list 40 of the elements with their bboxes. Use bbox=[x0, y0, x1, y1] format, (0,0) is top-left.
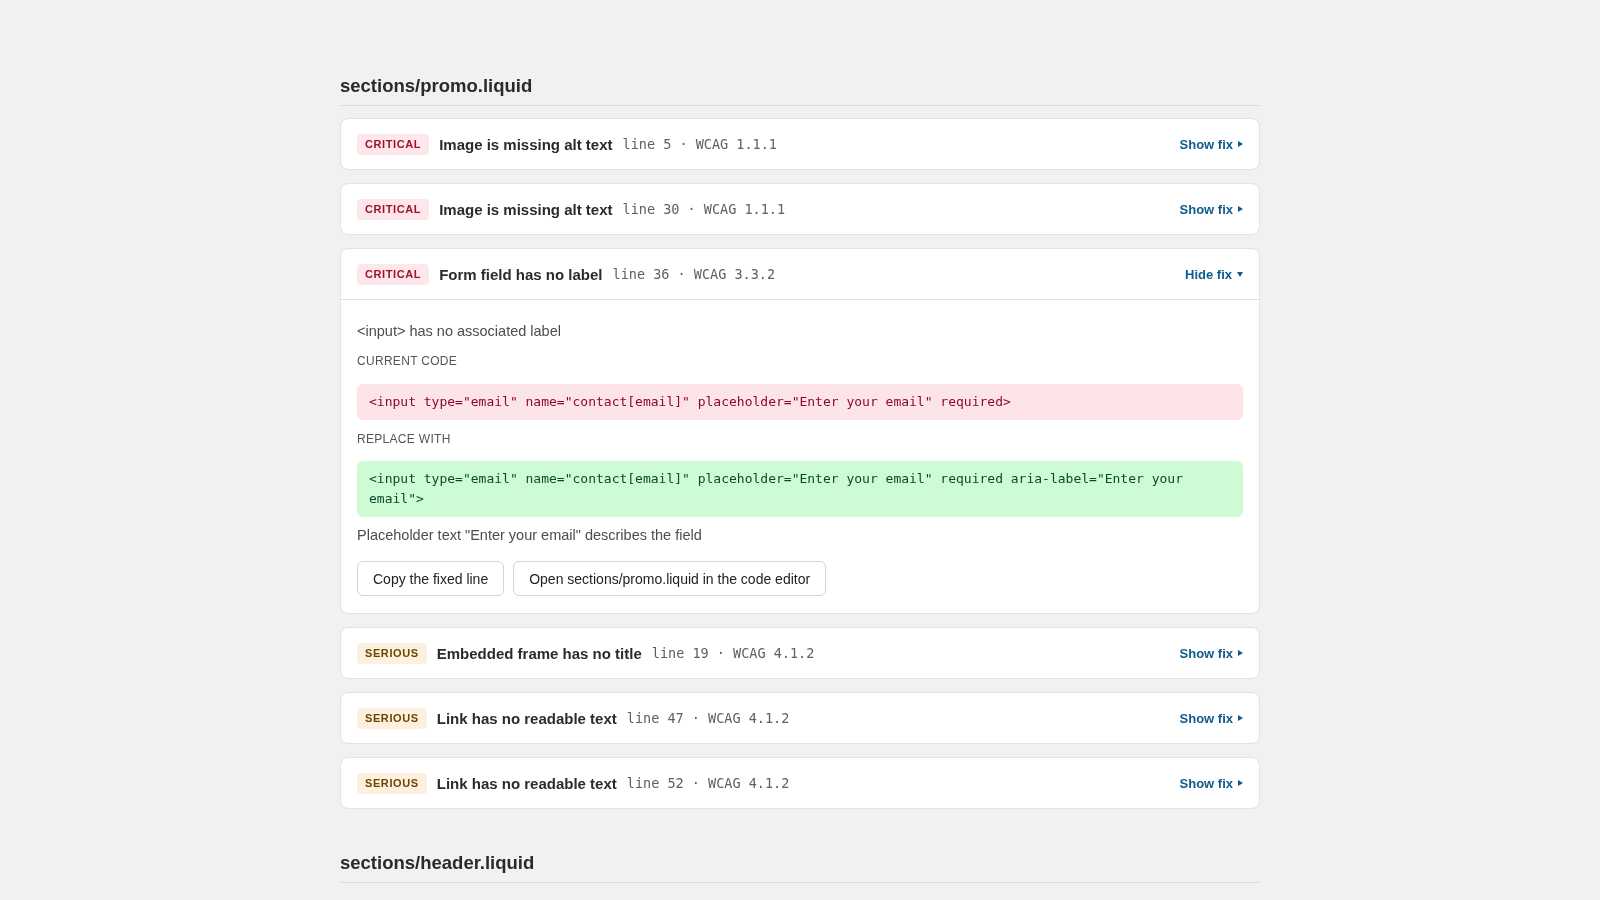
severity-badge: CRITICAL bbox=[357, 133, 430, 155]
code-label: CURRENT CODE bbox=[357, 353, 459, 369]
file-heading: sections/header.liquid bbox=[340, 851, 1260, 883]
caret-icon bbox=[1238, 715, 1243, 721]
code-label: REPLACE WITH bbox=[357, 431, 452, 447]
caret-icon bbox=[1238, 206, 1243, 212]
caret-icon bbox=[1238, 780, 1243, 786]
issue-location: line 30 · WCAG 1.1.1 bbox=[622, 201, 786, 217]
caret-icon bbox=[1238, 650, 1243, 656]
severity-badge: SERIOUS bbox=[357, 772, 427, 794]
issue-title: Form field has no label bbox=[439, 265, 603, 283]
issue-title: Link has no readable text bbox=[436, 709, 617, 727]
fix-toggle[interactable]: Hide fix bbox=[1185, 266, 1243, 282]
severity-badge: SERIOUS bbox=[357, 707, 427, 729]
current-code-snippet: <input type="email" name="contact[email]" placeholder="Enter your email" required> bbox=[357, 384, 1243, 420]
issue-title: Link has no readable text bbox=[436, 774, 617, 792]
caret-icon bbox=[1238, 141, 1243, 147]
severity-badge: CRITICAL bbox=[357, 198, 430, 220]
issue-message: <input> has no associated label bbox=[357, 322, 562, 341]
severity-badge: CRITICAL bbox=[357, 263, 430, 285]
issue-location: line 52 · WCAG 4.1.2 bbox=[626, 775, 790, 791]
fix-toggle[interactable]: Show fix bbox=[1179, 710, 1243, 726]
issue-location: line 5 · WCAG 1.1.1 bbox=[622, 136, 777, 152]
fix-toggle[interactable]: Show fix bbox=[1179, 136, 1243, 152]
issue-location: line 19 · WCAG 4.1.2 bbox=[651, 645, 815, 661]
file-heading: sections/promo.liquid bbox=[340, 74, 1260, 106]
action-button[interactable]: Copy the fixed line bbox=[357, 561, 505, 596]
issue-title: Image is missing alt text bbox=[439, 200, 613, 218]
issue-location: line 36 · WCAG 3.3.2 bbox=[612, 266, 776, 282]
fix-toggle[interactable]: Show fix bbox=[1179, 645, 1243, 661]
fix-note: Placeholder text "Enter your email" describes the field bbox=[357, 526, 703, 545]
replacement-code-snippet: <input type="email" name="contact[email]" placeholder="Enter your email" required aria-label="Enter your email"> bbox=[357, 461, 1243, 517]
issue-location: line 47 · WCAG 4.1.2 bbox=[626, 710, 790, 726]
fix-toggle[interactable]: Show fix bbox=[1179, 775, 1243, 791]
issue-title: Image is missing alt text bbox=[439, 135, 613, 153]
issue-title: Embedded frame has no title bbox=[436, 644, 642, 662]
action-button[interactable]: Open sections/promo.liquid in the code editor bbox=[513, 561, 827, 596]
severity-badge: SERIOUS bbox=[357, 642, 427, 664]
caret-icon bbox=[1237, 271, 1243, 277]
fix-toggle[interactable]: Show fix bbox=[1179, 201, 1243, 217]
